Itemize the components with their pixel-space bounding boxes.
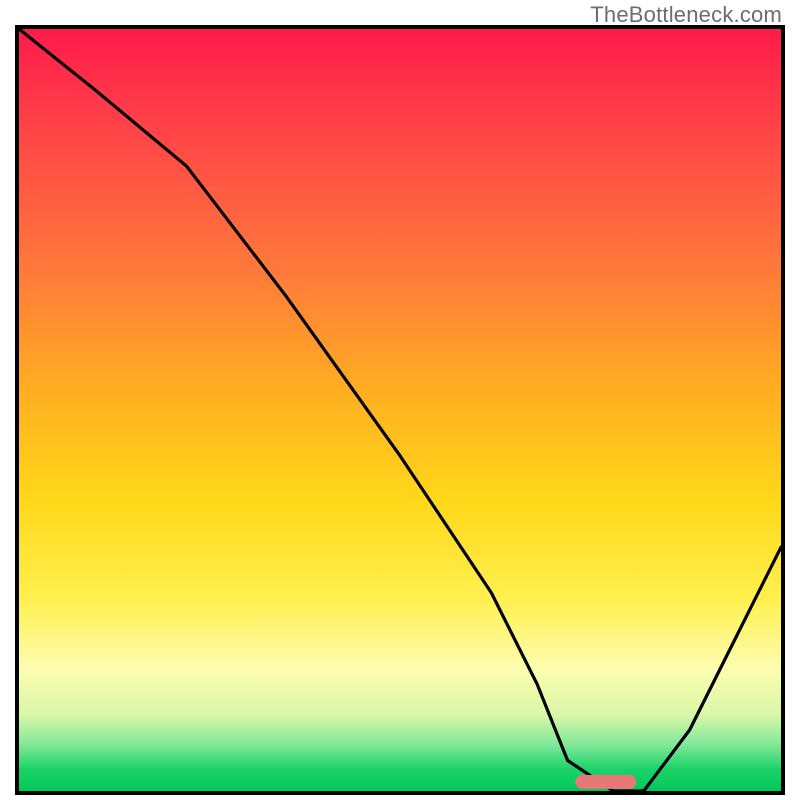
- chart-plot-area: [15, 25, 785, 795]
- bottleneck-curve-path: [19, 29, 781, 791]
- chart-svg: [19, 29, 781, 791]
- optimal-range-marker: [575, 775, 636, 789]
